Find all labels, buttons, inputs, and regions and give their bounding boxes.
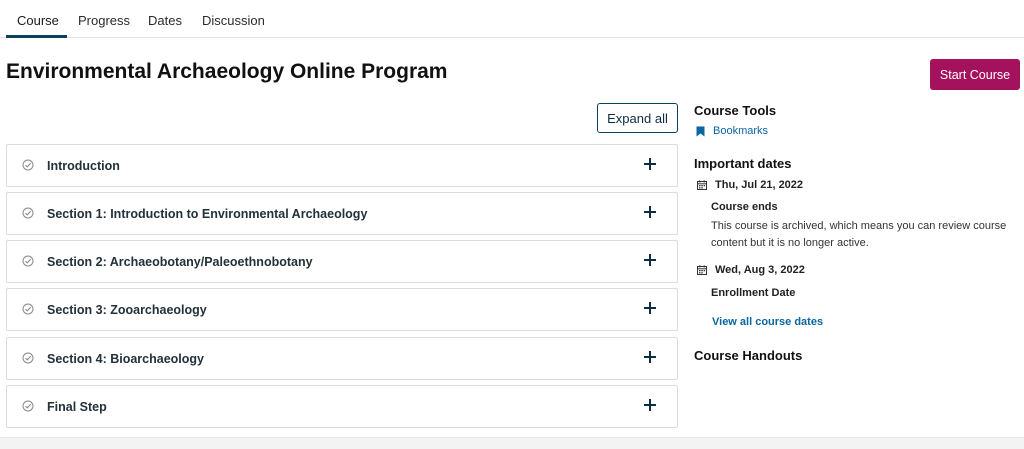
important-dates-heading: Important dates <box>694 156 792 171</box>
section-label: Section 1: Introduction to Environmental… <box>47 206 368 221</box>
check-circle-icon <box>22 400 34 412</box>
check-circle-icon <box>22 352 34 364</box>
tab-discussion[interactable]: Discussion <box>202 13 265 28</box>
check-circle-icon <box>22 207 34 219</box>
plus-icon[interactable] <box>643 253 657 267</box>
section-label: Section 2: Archaeobotany/Paleoethnobotan… <box>47 254 313 269</box>
section-label: Final Step <box>47 399 107 414</box>
date-entry: Wed, Aug 3, 2022 <box>697 264 805 276</box>
page-title: Environmental Archaeology Online Program <box>6 60 448 83</box>
date-title: Enrollment Date <box>711 287 796 299</box>
section-introduction[interactable]: Introduction <box>6 144 678 187</box>
plus-icon[interactable] <box>643 157 657 171</box>
bookmarks-label: Bookmarks <box>713 125 769 137</box>
footer-divider <box>0 437 1024 449</box>
date-value: Wed, Aug 3, 2022 <box>715 264 805 276</box>
active-tab-indicator <box>6 35 67 38</box>
course-handouts-heading: Course Handouts <box>694 348 803 363</box>
check-circle-icon <box>22 159 34 171</box>
bookmarks-link[interactable]: Bookmarks <box>696 125 768 137</box>
section-label: Section 4: Bioarchaeology <box>47 351 204 366</box>
section-1[interactable]: Section 1: Introduction to Environmental… <box>6 192 678 235</box>
section-final-step[interactable]: Final Step <box>6 385 678 428</box>
plus-icon[interactable] <box>643 205 657 219</box>
section-3[interactable]: Section 3: Zooarchaeology <box>6 288 678 331</box>
date-value: Thu, Jul 21, 2022 <box>715 179 804 191</box>
date-title: Course ends <box>711 201 778 213</box>
start-course-button[interactable]: Start Course <box>930 59 1020 90</box>
tab-dates[interactable]: Dates <box>148 13 182 28</box>
plus-icon[interactable] <box>643 350 657 364</box>
view-all-dates-link[interactable]: View all course dates <box>712 316 823 328</box>
plus-icon[interactable] <box>643 301 657 315</box>
section-4[interactable]: Section 4: Bioarchaeology <box>6 337 678 380</box>
plus-icon[interactable] <box>643 398 657 412</box>
section-2[interactable]: Section 2: Archaeobotany/Paleoethnobotan… <box>6 240 678 283</box>
expand-all-button[interactable]: Expand all <box>597 103 678 133</box>
section-label: Section 3: Zooarchaeology <box>47 302 207 317</box>
calendar-icon <box>697 180 707 190</box>
tab-course[interactable]: Course <box>17 13 59 28</box>
tab-progress[interactable]: Progress <box>78 13 130 28</box>
course-tools-heading: Course Tools <box>694 103 777 118</box>
calendar-icon <box>697 265 707 275</box>
date-description: This course is archived, which means you… <box>711 220 1007 249</box>
check-circle-icon <box>22 255 34 267</box>
section-label: Introduction <box>47 158 120 173</box>
course-tabs: Course Progress Dates Discussion <box>0 0 1024 38</box>
date-entry: Thu, Jul 21, 2022 <box>697 179 803 191</box>
check-circle-icon <box>22 303 34 315</box>
bookmark-icon <box>696 126 705 136</box>
